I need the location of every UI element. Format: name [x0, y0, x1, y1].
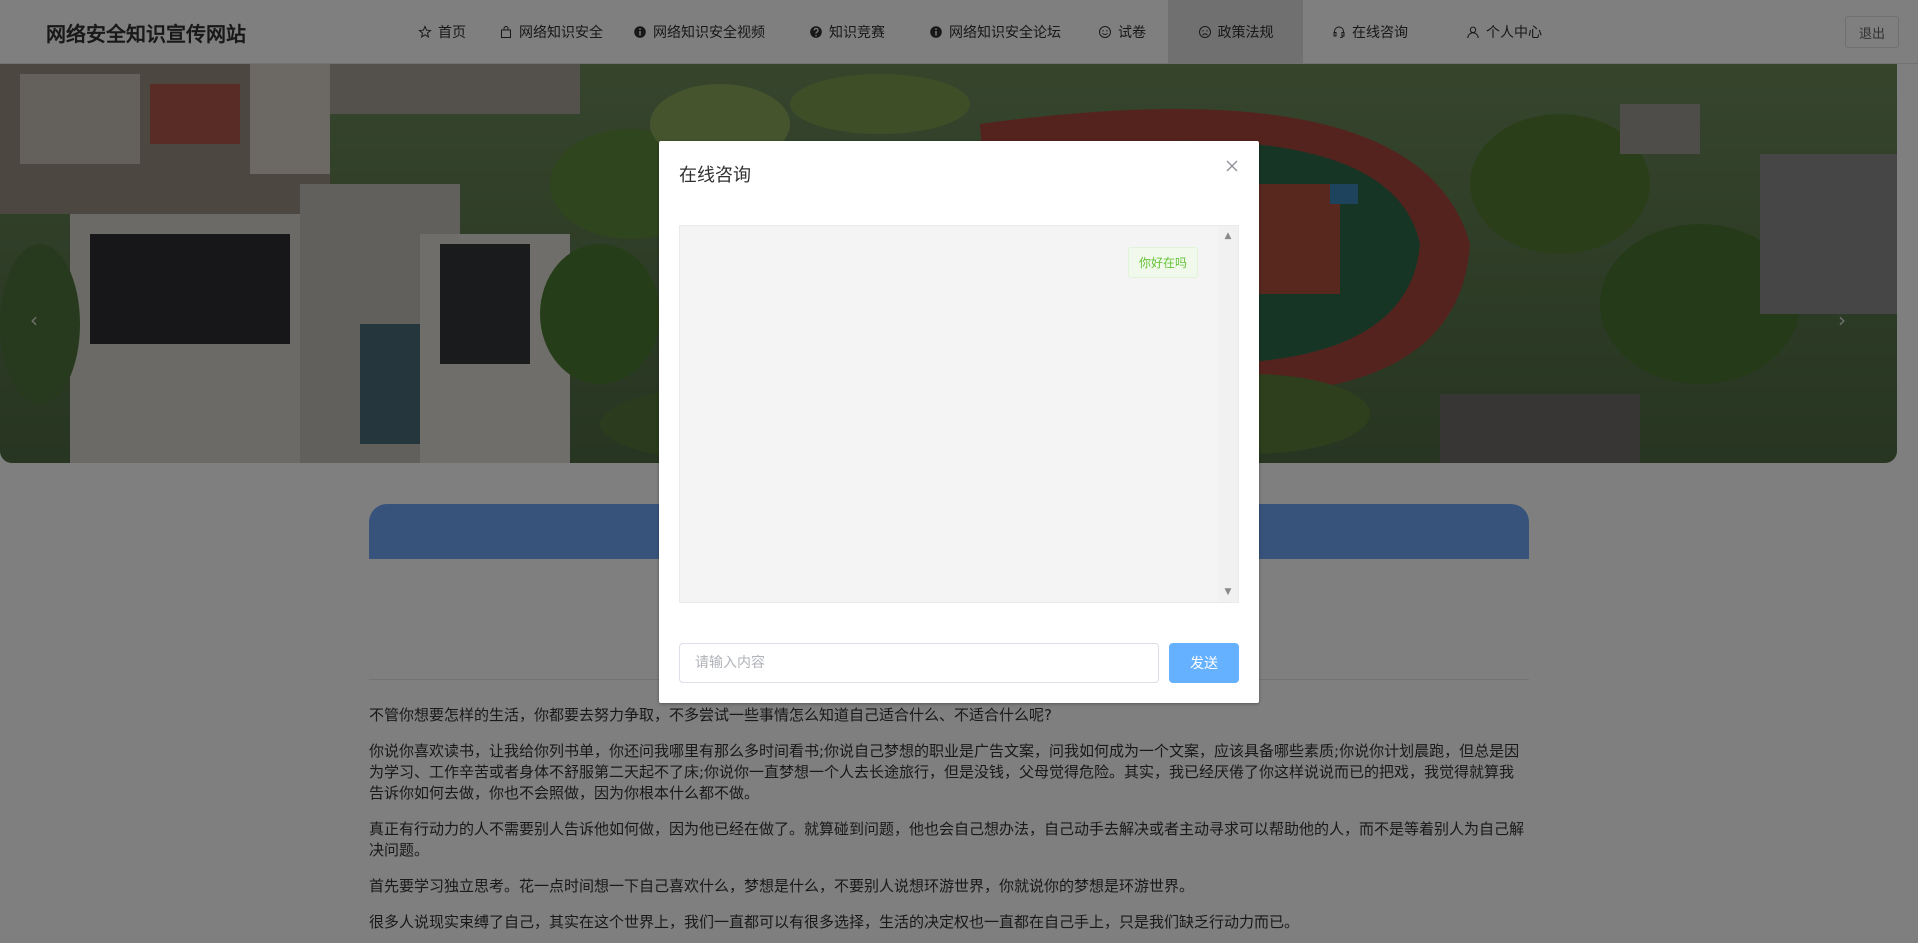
- close-icon[interactable]: [1223, 157, 1241, 175]
- chat-message: 你好在吗: [1127, 247, 1198, 278]
- scroll-down-arrow[interactable]: ▼: [1218, 582, 1238, 602]
- chat-history[interactable]: ▲ ▼ 你好在吗: [679, 225, 1239, 603]
- chat-scrollbar[interactable]: ▲ ▼: [1218, 226, 1238, 602]
- dialog-title: 在线咨询: [679, 165, 751, 186]
- page: 网络安全知识宣传网站 首页网络知识安全网络知识安全视频知识竞赛网络知识安全论坛试…: [0, 0, 1918, 943]
- message-input[interactable]: [679, 643, 1159, 683]
- consult-dialog: 在线咨询 ▲ ▼ 你好在吗 发送: [659, 141, 1259, 703]
- send-button[interactable]: 发送: [1169, 643, 1239, 683]
- scroll-up-arrow[interactable]: ▲: [1218, 226, 1238, 246]
